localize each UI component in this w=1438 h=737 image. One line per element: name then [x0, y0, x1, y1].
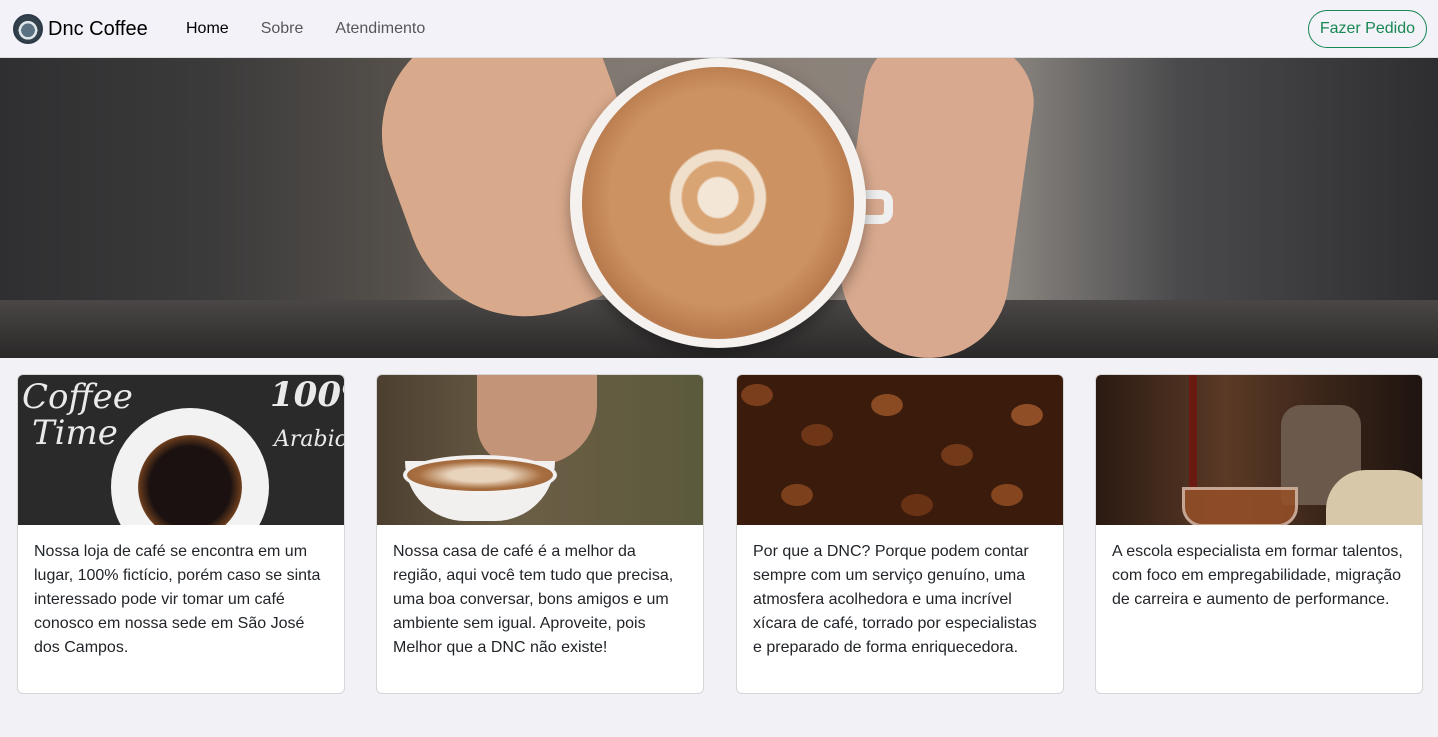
card-escola: A escola especialista em formar talentos…: [1095, 374, 1423, 694]
nav-link-atendimento[interactable]: Atendimento: [335, 18, 425, 40]
card-text: Nossa loja de café se encontra em um lug…: [34, 543, 321, 656]
card-body: A escola especialista em formar talentos…: [1096, 525, 1422, 627]
card-image-coffee-time: Coffee Time 100% Arabica: [18, 375, 344, 525]
scribble-coffee: Coffee: [22, 377, 133, 417]
card-porque-dnc: Por que a DNC? Porque podem contar sempr…: [736, 374, 1064, 694]
cards-row: Coffee Time 100% Arabica Nossa loja de c…: [17, 374, 1423, 694]
hero-latte-art: [582, 67, 854, 339]
arm: [477, 375, 597, 465]
bean-bag: [1326, 470, 1422, 525]
scribble-time: Time: [32, 413, 118, 453]
card-body: Nossa loja de café se encontra em um lug…: [18, 525, 344, 675]
nav-link-sobre[interactable]: Sobre: [261, 18, 304, 40]
coffee-glass: [1182, 487, 1298, 525]
hero-banner-image: [0, 58, 1438, 358]
nav-links: Home Sobre Atendimento: [186, 18, 457, 40]
card-image-coffee-pour: [1096, 375, 1422, 525]
scribble-arabica: Arabica: [274, 427, 344, 452]
card-casa: Nossa casa de café é a melhor da região,…: [376, 374, 704, 694]
coffee-logo-icon: [13, 14, 43, 44]
card-body: Nossa casa de café é a melhor da região,…: [377, 525, 703, 675]
card-body: Por que a DNC? Porque podem contar sempr…: [737, 525, 1063, 675]
card-text: A escola especialista em formar talentos…: [1112, 543, 1403, 608]
brand-link[interactable]: Dnc Coffee: [13, 14, 148, 44]
card-loja: Coffee Time 100% Arabica Nossa loja de c…: [17, 374, 345, 694]
card-text: Por que a DNC? Porque podem contar sempr…: [753, 543, 1037, 656]
scribble-100: 100%: [270, 375, 344, 415]
coffee-stream: [1189, 375, 1197, 491]
card-image-coffee-beans: [737, 375, 1063, 525]
nav-link-home[interactable]: Home: [186, 18, 229, 40]
card-image-latte: [377, 375, 703, 525]
latte-foam: [403, 455, 557, 495]
navbar: Dnc Coffee Home Sobre Atendimento Fazer …: [0, 0, 1438, 58]
brand-name: Dnc Coffee: [48, 17, 148, 40]
fazer-pedido-button[interactable]: Fazer Pedido: [1307, 10, 1427, 48]
card-text: Nossa casa de café é a melhor da região,…: [393, 543, 674, 656]
